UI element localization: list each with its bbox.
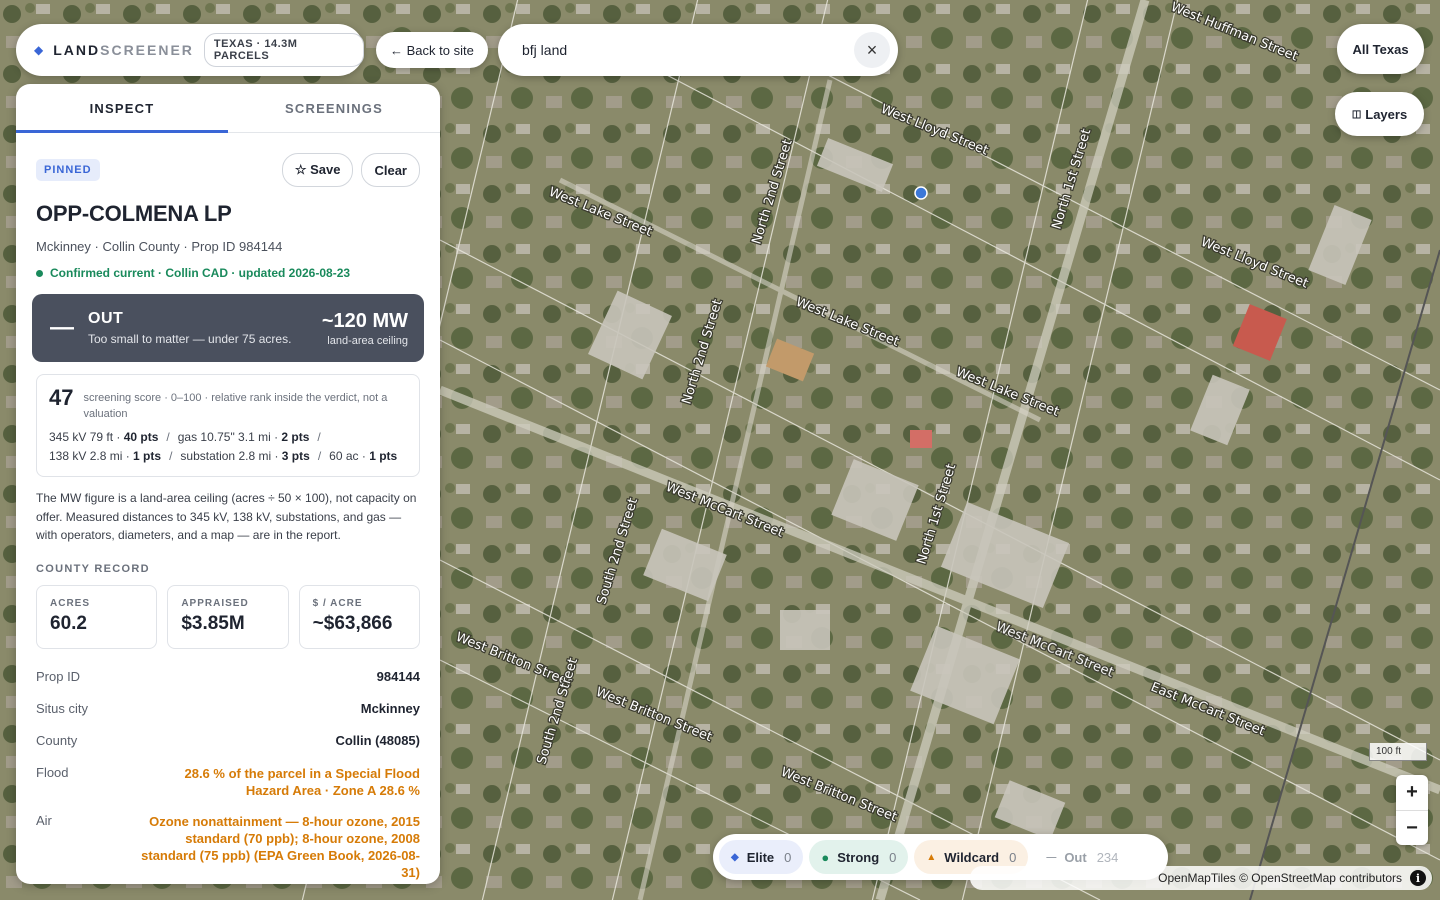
legend-label: Out (1064, 849, 1087, 865)
dataset-chip: TEXAS · 14.3M PARCELS (203, 33, 364, 67)
zoom-in-button[interactable]: + (1396, 775, 1428, 811)
info-icon[interactable]: i (1410, 870, 1426, 886)
inspect-panel: INSPECT SCREENINGS PINNED ☆ Save Clear O… (16, 84, 440, 884)
legend-count: 0 (784, 849, 792, 865)
diamond-icon: ◆ (731, 851, 739, 863)
legend-count: 234 (1096, 849, 1119, 865)
score-points: 3 pts (281, 449, 310, 463)
tab-screenings[interactable]: SCREENINGS (228, 84, 440, 132)
score-item: 138 kV 2.8 mi · (49, 449, 134, 463)
score-points: 1 pts (369, 449, 398, 463)
zoom-out-button[interactable]: − (1396, 811, 1428, 846)
legend-label: Wildcard (944, 849, 1000, 865)
save-button[interactable]: ☆ Save (281, 153, 354, 187)
card-value: $3.85M (181, 612, 245, 634)
triangle-icon: ▲ (926, 851, 937, 863)
record-status: Confirmed current · Collin CAD · updated… (36, 266, 420, 280)
record-row-air: Air Ozone nonattainment — 8-hour ozone, 2… (36, 813, 420, 881)
panel-tabs: INSPECT SCREENINGS (16, 84, 440, 133)
county-record-heading: COUNTY RECORD (36, 562, 150, 575)
dash-icon: — (1046, 851, 1057, 863)
record-key: Air (36, 812, 52, 828)
card-label: APPRAISED (181, 597, 249, 609)
close-icon: × (866, 39, 878, 60)
verdict-dash-icon: — (50, 314, 74, 341)
legend-strong[interactable]: ● Strong 0 (809, 840, 909, 874)
logo-screener: SCREENER (100, 42, 194, 58)
screening-score-card: 47 screening score · 0–100 · relative ra… (36, 374, 420, 477)
status-dot-icon (36, 269, 43, 277)
score-breakdown: 345 kV 79 ft · 40 pts / gas 10.75" 3.1 mi … (49, 430, 398, 463)
score-item: gas 10.75" 3.1 mi · (177, 430, 282, 444)
score-description: screening score · 0–100 · relative rank … (83, 392, 388, 420)
layers-label: Layers (1365, 106, 1408, 122)
clear-button[interactable]: Clear (361, 153, 420, 187)
score-points: 2 pts (281, 430, 310, 444)
record-key: Flood (36, 764, 69, 780)
mw-ceiling-value: ~120 MW (321, 309, 408, 332)
price-per-acre-card: $ / ACRE ~$63,866 (298, 584, 420, 649)
record-key: Prop ID (36, 668, 81, 684)
record-value: Ozone nonattainment — 8-hour ozone, 2015… (141, 813, 420, 880)
record-row-flood: Flood 28.6 % of the parcel in a Special F… (36, 765, 420, 799)
back-to-site-button[interactable]: ← Back to site (376, 32, 488, 68)
pinned-badge: PINNED (36, 159, 100, 181)
record-value: Mckinney (360, 700, 420, 716)
legend-label: Elite (746, 849, 775, 865)
attribution-text[interactable]: OpenMapTiles © OpenStreetMap contributor… (1158, 871, 1402, 885)
card-label: $ / ACRE (312, 597, 363, 609)
card-value: 60.2 (50, 612, 87, 634)
app-logo: LANDSCREENER (53, 42, 194, 58)
legend-count: 0 (889, 849, 897, 865)
search-input[interactable] (520, 41, 844, 59)
score-points: 40 pts (123, 430, 159, 444)
legend-count: 0 (1009, 849, 1017, 865)
parcel-location: Mckinney · Collin County · Prop ID 98414… (36, 239, 283, 254)
legend-label: Strong (837, 849, 880, 865)
record-value: Collin (48085) (335, 732, 420, 748)
score-item: 345 kV 79 ft · (49, 430, 124, 444)
owner-name: OPP-COLMENA LP (36, 201, 232, 226)
verdict-title: OUT (88, 310, 124, 327)
record-row-situs-city: Situs city Mckinney (36, 701, 420, 716)
mw-explanation: The MW figure is a land-area ceiling (ac… (36, 491, 417, 542)
clear-search-button[interactable]: × (854, 32, 890, 68)
layers-button[interactable]: ◫ Layers (1335, 92, 1424, 136)
map-scale: 100 ft (1369, 743, 1427, 761)
record-key: County (36, 732, 78, 748)
legend-elite[interactable]: ◆ Elite 0 (719, 840, 804, 874)
map-attribution: OpenMapTiles © OpenStreetMap contributor… (970, 866, 1432, 890)
region-button[interactable]: All Texas (1337, 24, 1424, 74)
verdict-banner: — OUT Too small to matter — under 75 acr… (32, 294, 424, 362)
score-points: 1 pts (133, 449, 162, 463)
diamond-icon: ◆ (34, 43, 44, 57)
record-row-prop-id: Prop ID 984144 (36, 669, 420, 684)
record-value: 984144 (376, 668, 420, 684)
score-value: 47 (49, 385, 74, 410)
card-label: ACRES (50, 597, 91, 609)
zoom-control: + − (1396, 775, 1428, 845)
verdict-subtitle: Too small to matter — under 75 acres. (88, 332, 292, 346)
score-item: substation 2.8 mi · (180, 449, 282, 463)
layers-icon: ◫ (1351, 108, 1362, 120)
appraised-card: APPRAISED $3.85M (167, 584, 289, 649)
logo-land: LAND (53, 42, 101, 58)
search-bar: × (498, 24, 898, 76)
tab-inspect[interactable]: INSPECT (16, 84, 228, 133)
record-value: 28.6 % of the parcel in a Special Flood … (184, 765, 420, 798)
score-item: 60 ac · (329, 449, 370, 463)
record-row-county: County Collin (48085) (36, 733, 420, 748)
brand-bar[interactable]: ◆ LANDSCREENER TEXAS · 14.3M PARCELS (16, 24, 364, 76)
circle-icon: ● (821, 849, 830, 865)
record-key: Situs city (36, 700, 89, 716)
card-value: ~$63,866 (312, 612, 393, 634)
mw-ceiling-label: land-area ceiling (327, 334, 408, 347)
acres-card: ACRES 60.2 (36, 584, 158, 649)
record-status-text: Confirmed current · Collin CAD · updated… (50, 266, 351, 280)
